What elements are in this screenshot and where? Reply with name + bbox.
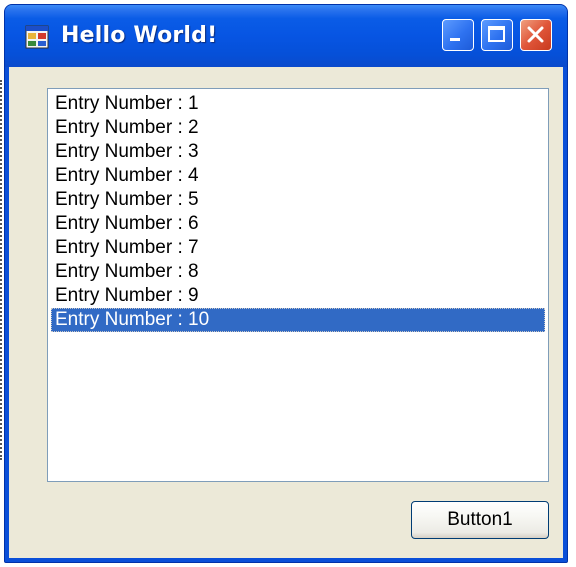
minimize-button[interactable] bbox=[442, 19, 474, 51]
title-bar[interactable]: Hello World! bbox=[5, 5, 567, 67]
window-title: Hello World! bbox=[61, 23, 218, 48]
list-item[interactable]: Entry Number : 8 bbox=[51, 260, 545, 284]
list-item[interactable]: Entry Number : 1 bbox=[51, 92, 545, 116]
maximize-icon bbox=[488, 26, 505, 42]
list-item-selected[interactable]: Entry Number : 10 bbox=[51, 308, 545, 332]
entries-listbox[interactable]: Entry Number : 1 Entry Number : 2 Entry … bbox=[47, 88, 549, 482]
form-client-area: Entry Number : 1 Entry Number : 2 Entry … bbox=[9, 67, 563, 558]
close-button[interactable] bbox=[520, 19, 552, 51]
app-window-icon[interactable] bbox=[25, 25, 49, 49]
maximize-button[interactable] bbox=[481, 19, 513, 51]
main-window: Hello World! Entry Number : 1 Entry Numb… bbox=[4, 4, 568, 563]
list-item[interactable]: Entry Number : 4 bbox=[51, 164, 545, 188]
list-item[interactable]: Entry Number : 7 bbox=[51, 236, 545, 260]
list-item[interactable]: Entry Number : 5 bbox=[51, 188, 545, 212]
list-item[interactable]: Entry Number : 6 bbox=[51, 212, 545, 236]
list-item[interactable]: Entry Number : 3 bbox=[51, 140, 545, 164]
minimize-icon bbox=[450, 38, 460, 41]
close-icon bbox=[527, 26, 544, 43]
list-item[interactable]: Entry Number : 2 bbox=[51, 116, 545, 140]
list-item[interactable]: Entry Number : 9 bbox=[51, 284, 545, 308]
button1[interactable]: Button1 bbox=[411, 501, 549, 539]
